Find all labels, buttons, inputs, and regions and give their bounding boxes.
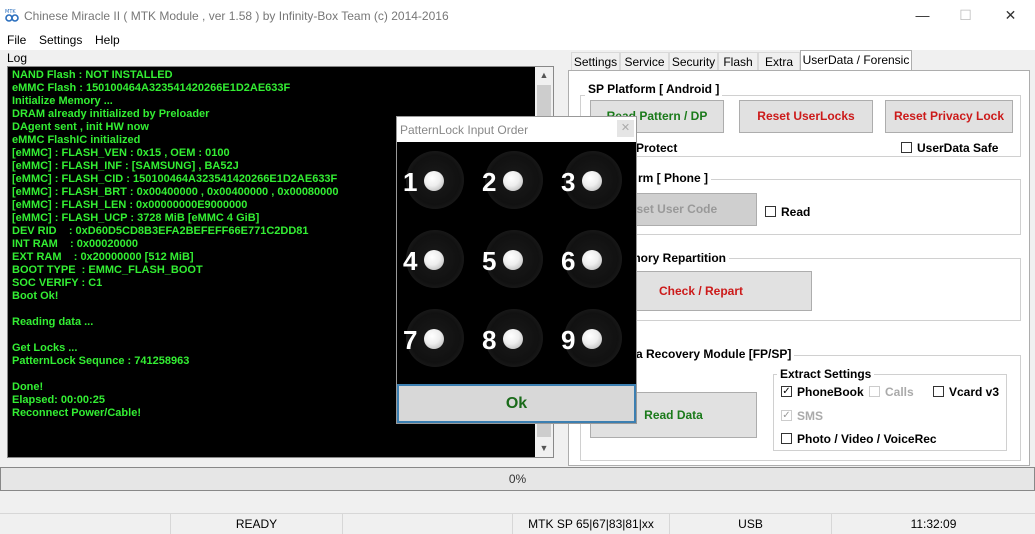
pattern-number: 1 [403, 167, 418, 197]
status-ready: READY [170, 514, 342, 534]
pattern-number: 5 [482, 246, 497, 276]
pattern-number: 9 [561, 325, 576, 355]
dialog-close-icon[interactable]: ✕ [617, 120, 634, 137]
data-recovery-title: ta Recovery Module [FP/SP] [629, 347, 795, 361]
phonebook-label: PhoneBook [797, 385, 864, 399]
tab-userdata-forensic[interactable]: UserData / Forensic [800, 50, 912, 71]
userdata-safe-label: UserData Safe [917, 141, 999, 155]
pattern-dot-icon [424, 329, 444, 349]
reset-privacy-lock-button[interactable]: Reset Privacy Lock [885, 100, 1013, 133]
pattern-number: 2 [482, 167, 497, 197]
phone-platform-title: rm [ Phone ] [635, 171, 712, 185]
read-label: Read [781, 205, 811, 219]
sms-label: SMS [797, 409, 824, 423]
extract-settings-title: Extract Settings [777, 367, 875, 381]
tab-security[interactable]: Security [669, 52, 718, 70]
minimize-button[interactable]: — [900, 0, 945, 31]
dialog-title-bar: PatternLock Input Order ✕ [397, 117, 636, 142]
progress-label: 0% [508, 472, 527, 486]
reset-userlocks-button[interactable]: Reset UserLocks [739, 100, 873, 133]
maximize-button[interactable]: ☐ [943, 0, 988, 31]
ok-button[interactable]: Ok [397, 384, 636, 423]
phonebook-checkbox[interactable]: ✓ [781, 386, 792, 397]
svg-text:MTK: MTK [5, 9, 16, 15]
pattern-dot-icon [424, 250, 444, 270]
status-bar: READY MTK SP 65|67|83|81|xx USB 11:32:09 [0, 513, 1035, 534]
menu-file[interactable]: File [7, 33, 26, 47]
pattern-dot-icon [503, 329, 523, 349]
pattern-number: 6 [561, 246, 576, 276]
menu-settings[interactable]: Settings [39, 33, 82, 47]
dialog-title: PatternLock Input Order [400, 123, 529, 137]
pattern-number: 4 [403, 246, 418, 276]
status-clock: 11:32:09 [831, 514, 1035, 534]
photo-video-label: Photo / Video / VoiceRec [797, 432, 937, 446]
sms-checkbox[interactable]: ✓ [781, 410, 792, 421]
menu-bar: File Settings Help [0, 31, 1035, 50]
photo-video-checkbox[interactable] [781, 433, 792, 444]
pattern-dot-icon [503, 171, 523, 191]
repartition-title: mory Repartition [627, 251, 730, 265]
calls-label: Calls [885, 385, 914, 399]
tab-flash[interactable]: Flash [718, 52, 758, 70]
status-platform: MTK SP 65|67|83|81|xx [512, 514, 669, 534]
title-bar: MTK Chinese Miracle II ( MTK Module , ve… [0, 0, 1035, 31]
status-cell-empty [0, 514, 170, 534]
pattern-dot-icon [582, 171, 602, 191]
app-logo-icon: MTK [5, 9, 19, 22]
close-button[interactable]: ✕ [988, 0, 1033, 31]
log-line: NAND Flash : NOT INSTALLED [12, 69, 173, 81]
tab-service[interactable]: Service [620, 52, 669, 70]
pattern-dot-icon [582, 250, 602, 270]
pattern-number: 3 [561, 167, 576, 197]
userdata-tab-panel: SP Platform [ Android ] Read Pattern / D… [568, 70, 1030, 466]
status-connection: USB [669, 514, 831, 534]
tab-extra[interactable]: Extra [758, 52, 800, 70]
progress-bar: 0% [0, 467, 1035, 491]
scroll-up-icon[interactable]: ▲ [535, 67, 553, 84]
log-line: Initialize Memory ... [12, 95, 113, 107]
calls-checkbox[interactable] [869, 386, 880, 397]
pattern-dot-icon [582, 329, 602, 349]
log-line: eMMC Flash : 150100464A323541420266E1D2A… [12, 82, 291, 94]
read-checkbox[interactable] [765, 206, 776, 217]
window-title: Chinese Miracle II ( MTK Module , ver 1.… [24, 9, 449, 23]
sp-platform-title: SP Platform [ Android ] [585, 82, 723, 96]
tab-settings[interactable]: Settings [571, 52, 620, 70]
menu-help[interactable]: Help [95, 33, 120, 47]
pattern-number: 8 [482, 325, 497, 355]
status-cell-empty-2 [342, 514, 512, 534]
pattern-dot-icon [503, 250, 523, 270]
pattern-dot-icon [424, 171, 444, 191]
pattern-number: 7 [403, 325, 418, 355]
log-label: Log [7, 51, 28, 65]
vcard-label: Vcard v3 [949, 385, 1000, 399]
vcard-checkbox[interactable] [933, 386, 944, 397]
userdata-safe-checkbox[interactable] [901, 142, 912, 153]
patternlock-dialog: PatternLock Input Order ✕ 1 2 3 4 5 6 7 8 9 Ok [396, 116, 637, 424]
protect-label: Protect [636, 141, 678, 155]
scroll-down-icon[interactable]: ▼ [535, 440, 553, 457]
